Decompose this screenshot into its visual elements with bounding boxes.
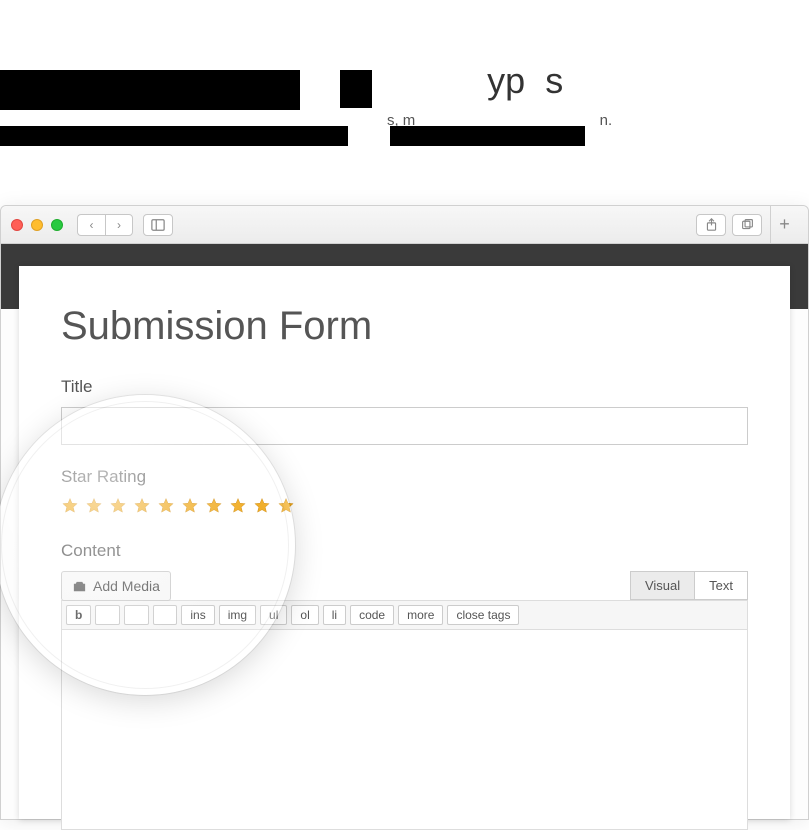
close-window-button[interactable] — [11, 219, 23, 231]
toolbar-button[interactable]: img — [219, 605, 256, 625]
share-icon — [705, 218, 718, 231]
browser-chrome: ‹ › + — [1, 206, 808, 244]
star-icon[interactable] — [85, 497, 103, 515]
redaction-bar — [0, 70, 300, 110]
star-icon[interactable] — [277, 497, 295, 515]
tab-text[interactable]: Text — [695, 571, 748, 600]
new-tab-button[interactable]: + — [770, 206, 798, 244]
star-icon[interactable] — [181, 497, 199, 515]
tab-visual[interactable]: Visual — [630, 571, 695, 600]
redaction-bar — [390, 126, 585, 146]
star-icon[interactable] — [205, 497, 223, 515]
back-button[interactable]: ‹ — [77, 214, 105, 236]
add-media-button[interactable]: Add Media — [61, 571, 171, 601]
content-editor[interactable] — [61, 630, 748, 830]
star-icon[interactable] — [109, 497, 127, 515]
form-heading: Submission Form — [61, 304, 748, 349]
tabs-icon — [741, 218, 754, 231]
star-icon[interactable] — [229, 497, 247, 515]
tabs-button[interactable] — [732, 214, 762, 236]
title-label: Title — [61, 377, 748, 397]
toolbar-button[interactable]: code — [350, 605, 394, 625]
content-label: Content — [61, 541, 748, 561]
maximize-window-button[interactable] — [51, 219, 63, 231]
toolbar-button[interactable]: b — [66, 605, 91, 625]
toolbar-button[interactable]: ul — [260, 605, 287, 625]
browser-window: ‹ › + Submission Form Title Star Rating … — [0, 205, 809, 820]
toolbar-button[interactable]: ol — [291, 605, 318, 625]
toolbar-button[interactable] — [95, 605, 120, 625]
star-icon[interactable] — [157, 497, 175, 515]
star-icon[interactable] — [133, 497, 151, 515]
editor-toolbar: b insimgulollicodemoreclose tags — [61, 600, 748, 630]
camera-icon — [72, 579, 87, 594]
share-button[interactable] — [696, 214, 726, 236]
toolbar-button[interactable] — [124, 605, 149, 625]
redaction-bar — [0, 126, 348, 146]
toolbar-button[interactable]: li — [323, 605, 346, 625]
star-icon[interactable] — [61, 497, 79, 515]
traffic-lights — [11, 219, 63, 231]
page-content: Submission Form Title Star Rating Conten… — [19, 266, 790, 819]
toolbar-button[interactable]: ins — [181, 605, 214, 625]
redaction-bar — [340, 70, 372, 108]
add-media-label: Add Media — [93, 578, 160, 594]
title-input[interactable] — [61, 407, 748, 445]
star-icon[interactable] — [253, 497, 271, 515]
toolbar-button[interactable]: more — [398, 605, 443, 625]
forward-button[interactable]: › — [105, 214, 133, 236]
minimize-window-button[interactable] — [31, 219, 43, 231]
panel-icon — [151, 218, 165, 232]
star-rating[interactable] — [61, 497, 748, 515]
sidebar-toggle-button[interactable] — [143, 214, 173, 236]
rating-label: Star Rating — [61, 467, 748, 487]
toolbar-button[interactable]: close tags — [447, 605, 519, 625]
toolbar-button[interactable] — [153, 605, 178, 625]
